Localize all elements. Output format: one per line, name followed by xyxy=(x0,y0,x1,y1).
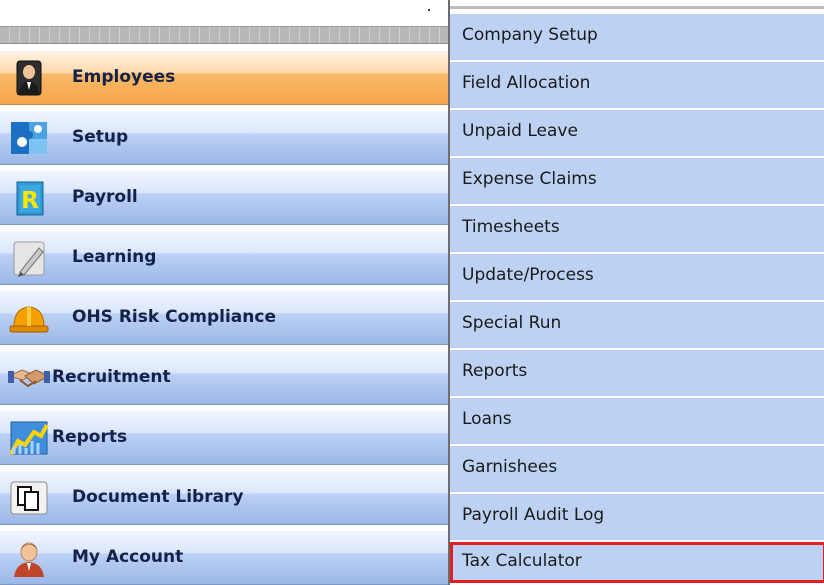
submenu-item-label: Payroll Audit Log xyxy=(462,505,605,525)
submenu-item-payroll-audit-log[interactable]: Payroll Audit Log xyxy=(450,494,824,541)
submenu-item-label: Garnishees xyxy=(462,457,558,477)
submenu-item-label: Loans xyxy=(462,409,512,429)
nav-item-label: Setup xyxy=(72,127,129,147)
submenu-item-label: Unpaid Leave xyxy=(462,121,578,141)
nav-item-label: Document Library xyxy=(72,487,244,507)
nav-item-label: Employees xyxy=(72,67,176,87)
submenu-item-company-setup[interactable]: Company Setup xyxy=(450,14,824,61)
nav-item-label: My Account xyxy=(72,547,184,567)
submenu-item-label: Field Allocation xyxy=(462,73,591,93)
nav-header-strip xyxy=(0,26,448,44)
nav-item-learning[interactable]: Learning xyxy=(0,230,448,285)
nav-item-label: OHS Risk Compliance xyxy=(72,307,276,327)
submenu-item-label: Reports xyxy=(462,361,528,381)
stray-dot xyxy=(428,9,430,11)
submenu-top-line xyxy=(450,6,824,9)
submenu-item-label: Timesheets xyxy=(462,217,560,237)
nav-item-reports[interactable]: Reports xyxy=(0,410,448,465)
submenu-item-label: Special Run xyxy=(462,313,562,333)
chart-icon xyxy=(9,421,49,455)
nav-item-document-library[interactable]: Document Library xyxy=(0,470,448,525)
documents-icon xyxy=(10,481,48,515)
svg-text:R: R xyxy=(21,188,39,214)
pencil-icon xyxy=(13,241,45,277)
main-navigation: Employees Setup R Payroll Learning OHS R… xyxy=(0,0,448,585)
nav-item-my-account[interactable]: My Account xyxy=(0,530,448,585)
puzzle-icon xyxy=(11,122,47,154)
nav-item-employees[interactable]: Employees xyxy=(0,50,448,105)
submenu-item-unpaid-leave[interactable]: Unpaid Leave xyxy=(450,110,824,157)
nav-item-ohs-risk-compliance[interactable]: OHS Risk Compliance xyxy=(0,290,448,345)
submenu-item-reports[interactable]: Reports xyxy=(450,350,824,397)
submenu-item-garnishees[interactable]: Garnishees xyxy=(450,446,824,493)
submenu-item-timesheets[interactable]: Timesheets xyxy=(450,206,824,253)
submenu-item-field-allocation[interactable]: Field Allocation xyxy=(450,62,824,109)
nav-item-setup[interactable]: Setup xyxy=(0,110,448,165)
submenu-item-tax-calculator[interactable]: Tax Calculator xyxy=(450,542,824,583)
nav-item-payroll[interactable]: R Payroll xyxy=(0,170,448,225)
handshake-icon xyxy=(8,369,50,388)
user-account-icon xyxy=(14,542,44,577)
submenu-item-expense-claims[interactable]: Expense Claims xyxy=(450,158,824,205)
submenu-item-label: Company Setup xyxy=(462,25,598,45)
payroll-submenu: Company Setup Field Allocation Unpaid Le… xyxy=(448,0,824,585)
submenu-item-update-process[interactable]: Update/Process xyxy=(450,254,824,301)
nav-item-label: Learning xyxy=(72,247,157,267)
rand-r-icon: R xyxy=(16,181,44,216)
submenu-item-special-run[interactable]: Special Run xyxy=(450,302,824,349)
submenu-item-label: Tax Calculator xyxy=(462,551,582,571)
submenu-item-loans[interactable]: Loans xyxy=(450,398,824,445)
nav-item-label: Recruitment xyxy=(52,367,171,387)
submenu-item-label: Expense Claims xyxy=(462,169,597,189)
hard-hat-icon xyxy=(9,306,49,333)
nav-item-label: Payroll xyxy=(72,187,138,207)
submenu-item-label: Update/Process xyxy=(462,265,594,285)
nav-item-recruitment[interactable]: Recruitment xyxy=(0,350,448,405)
employee-avatar-icon xyxy=(16,60,42,96)
nav-item-label: Reports xyxy=(52,427,128,447)
